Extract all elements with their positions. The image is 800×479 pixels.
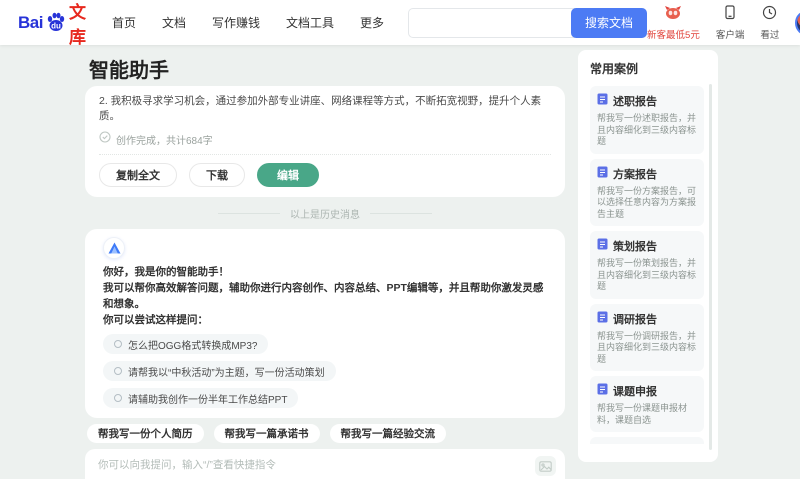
case-title: 调研报告 xyxy=(613,313,657,326)
case-item-project-application[interactable]: 课题申报 帮我写一份课题申报材料，课题自选 xyxy=(590,376,704,432)
history-label: 看过 xyxy=(760,29,780,41)
suggestion-chip-midautumn-plan[interactable]: 请帮我以“中秋活动”为主题，写一份活动策划 xyxy=(103,361,336,381)
top-header: Bai du 文库 首页 文档 写作赚钱 文档工具 更多 搜索文档 新客最低5元… xyxy=(0,0,800,48)
case-title: 课题申报 xyxy=(613,386,657,398)
header-actions: 新客最低5元 客户端 看过 xyxy=(647,4,800,41)
quick-prompt-row: 帮我写一份个人简历 帮我写一篇承诺书 帮我写一篇经验交流 xyxy=(87,424,565,443)
doc-icon xyxy=(597,92,608,110)
suggestion-text: 请辅助我创作一份半年工作总结PPT xyxy=(128,394,288,406)
status-text: 创作完成，共计684字 xyxy=(116,135,213,147)
nav-docs[interactable]: 文档 xyxy=(162,14,186,31)
download-button[interactable]: 下载 xyxy=(189,163,245,187)
main-nav: 首页 文档 写作赚钱 文档工具 更多 xyxy=(112,14,384,31)
check-circle-icon xyxy=(99,130,111,148)
svg-text:du: du xyxy=(51,21,61,30)
case-desc: 帮我写一份策划报告，并且内容细化到三级内容标题 xyxy=(597,258,697,291)
question-circle-icon xyxy=(114,367,122,375)
history-divider: 以上是历史消息 xyxy=(85,206,565,221)
case-item-proposal-report[interactable]: 方案报告 帮我写一份方案报告，可以选择任意内容为方案报告主题 xyxy=(590,158,704,226)
case-item-review-report[interactable]: 述职报告 帮我写一份述职报告，并且内容细化到三级内容标题 xyxy=(590,86,704,154)
history-divider-text: 以上是历史消息 xyxy=(290,209,360,221)
nav-more[interactable]: 更多 xyxy=(360,14,384,31)
promo-icon xyxy=(664,5,682,25)
case-item-research-report[interactable]: 调研报告 帮我写一份调研报告，并且内容细化到三级内容标题 xyxy=(590,303,704,371)
client-app[interactable]: 客户端 xyxy=(715,4,745,41)
divider-line-right xyxy=(370,212,432,214)
question-circle-icon xyxy=(114,394,122,402)
case-desc: 帮我写一份调研报告，并且内容细化到三级内容标题 xyxy=(597,330,697,364)
logo-text-wenku: 文库 xyxy=(68,2,86,47)
assistant-main: 智能助手 2. 我积极寻求学习机会，通过参加外部专业讲座、网络课程等方式，不断拓… xyxy=(85,45,565,479)
nav-write-earn[interactable]: 写作赚钱 xyxy=(212,14,260,31)
assistant-welcome-card: 你好，我是你的智能助手！ 我可以帮你高效解答问题，辅助你进行内容创作、内容总结、… xyxy=(85,229,565,418)
case-list: 述职报告 帮我写一份述职报告，并且内容细化到三级内容标题 方案报告 帮我写一份方… xyxy=(590,86,704,444)
assistant-intro: 我可以帮你高效解答问题，辅助你进行内容创作、内容总结、PPT编辑等，并且帮助你激… xyxy=(103,282,544,310)
assistant-message: 你好，我是你的智能助手！ 我可以帮你高效解答问题，辅助你进行内容创作、内容总结、… xyxy=(103,264,547,328)
assistant-greeting: 你好，我是你的智能助手！ xyxy=(103,266,229,278)
sidebar-title: 常用案例 xyxy=(590,62,639,76)
nav-doc-tools[interactable]: 文档工具 xyxy=(286,14,334,31)
quick-prompt-commitment[interactable]: 帮我写一篇承诺书 xyxy=(213,424,320,443)
suggestion-text: 请帮我以“中秋活动”为主题，写一份活动策划 xyxy=(128,367,325,379)
insert-image-button[interactable] xyxy=(535,456,556,476)
phone-icon xyxy=(723,4,737,25)
suggestion-text: 怎么把OGG格式转换成MP3? xyxy=(128,340,258,352)
sidebar-scrollbar[interactable] xyxy=(709,84,712,450)
search-button[interactable]: 搜索文档 xyxy=(571,7,648,38)
doc-icon xyxy=(597,165,608,183)
search-bar: 搜索文档 xyxy=(408,7,648,38)
suggestion-chip-ogg-mp3[interactable]: 怎么把OGG格式转换成MP3? xyxy=(103,334,269,354)
case-desc: 帮我写一份方案报告，可以选择任意内容为方案报告主题 xyxy=(597,185,697,219)
doc-icon xyxy=(597,237,608,255)
message-input[interactable] xyxy=(98,457,525,479)
case-item-planning-report[interactable]: 策划报告 帮我写一份策划报告，并且内容细化到三级内容标题 xyxy=(590,231,704,299)
quick-prompt-experience[interactable]: 帮我写一篇经验交流 xyxy=(329,424,446,443)
baidu-paw-icon: du xyxy=(44,10,68,34)
user-avatar[interactable] xyxy=(795,9,800,36)
case-title: 策划报告 xyxy=(613,241,657,253)
common-cases-panel: 常用案例 述职报告 帮我写一份述职报告，并且内容细化到三级内容标题 方案报告 帮… xyxy=(578,50,718,462)
assistant-avatar-icon xyxy=(103,237,125,259)
search-input[interactable] xyxy=(408,7,576,38)
page-title: 智能助手 xyxy=(89,60,169,82)
view-history[interactable]: 看过 xyxy=(760,5,779,41)
baidu-wenku-logo[interactable]: Bai du 文库 xyxy=(18,0,86,48)
quick-prompt-resume[interactable]: 帮我写一份个人简历 xyxy=(87,424,204,443)
assistant-prompt-hint: 你可以尝试这样提问： xyxy=(103,314,208,326)
doc-icon xyxy=(597,443,608,444)
edit-button[interactable]: 编辑 xyxy=(257,163,319,187)
case-desc: 帮我写一份课题申报材料，课题自选 xyxy=(597,403,688,425)
divider-line-left xyxy=(218,212,280,214)
new-user-promo[interactable]: 新客最低5元 xyxy=(647,5,700,41)
case-title: 方案报告 xyxy=(613,168,657,181)
case-title: 述职报告 xyxy=(613,96,657,108)
nav-home[interactable]: 首页 xyxy=(112,14,136,31)
promo-label: 新客最低5元 xyxy=(647,29,700,41)
history-message-card: 2. 我积极寻求学习机会，通过参加外部专业讲座、网络课程等方式，不断拓宽视野，提… xyxy=(85,86,565,197)
generation-status: 创作完成，共计684字 xyxy=(99,130,551,148)
doc-icon xyxy=(597,382,608,400)
doc-icon xyxy=(597,310,608,328)
copy-all-button[interactable]: 复制全文 xyxy=(99,163,177,187)
suggestion-list: 怎么把OGG格式转换成MP3? 请帮我以“中秋活动”为主题，写一份活动策划 请辅… xyxy=(103,334,547,408)
question-circle-icon xyxy=(114,340,122,348)
generated-text-partial: 2. 我积极寻求学习机会，通过参加外部专业讲座、网络课程等方式，不断拓宽视野，提… xyxy=(99,95,542,122)
case-item-work-report[interactable]: 工作报告 帮我写一份工作报告，工作类型随机 xyxy=(590,437,704,444)
clock-icon xyxy=(762,5,777,25)
dotted-divider xyxy=(99,154,551,155)
client-label: 客户端 xyxy=(715,29,745,41)
message-composer: 0/400 ↵ xyxy=(85,449,565,479)
case-desc: 帮我写一份述职报告，并且内容细化到三级内容标题 xyxy=(597,113,697,146)
logo-text-bai: Bai xyxy=(18,12,43,32)
history-actions: 复制全文 下载 编辑 xyxy=(99,163,551,187)
suggestion-chip-halfyear-ppt[interactable]: 请辅助我创作一份半年工作总结PPT xyxy=(103,388,299,408)
